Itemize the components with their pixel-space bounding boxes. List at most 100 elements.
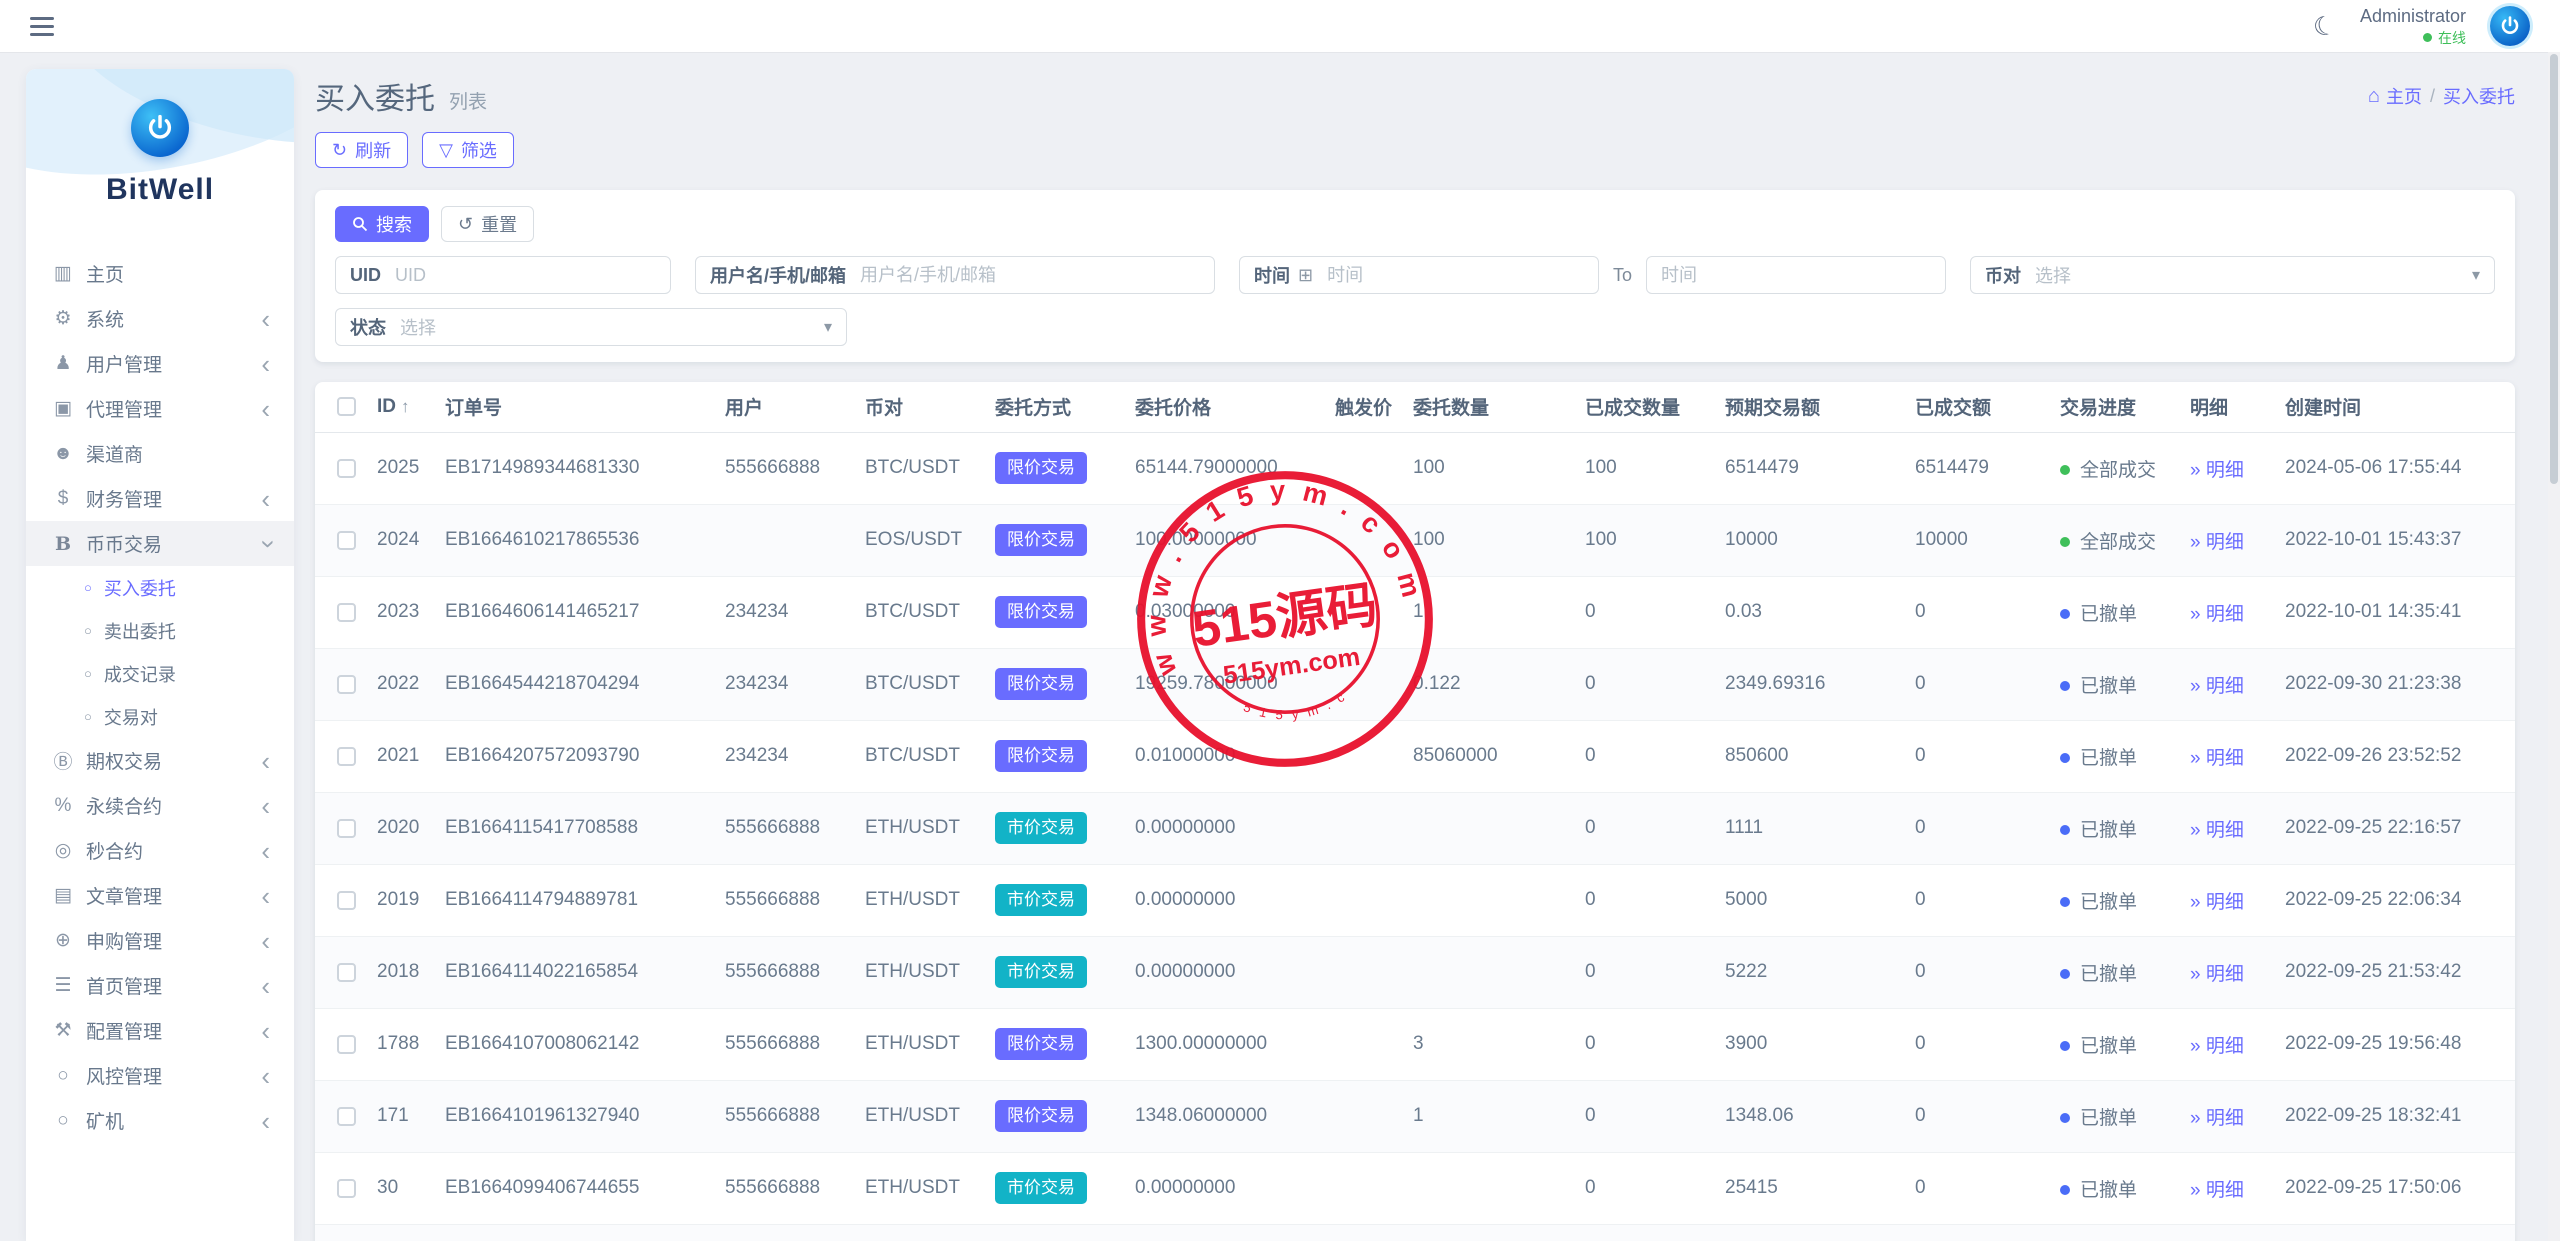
cell-order-no: EB1664114794889781 xyxy=(445,864,725,936)
row-checkbox[interactable] xyxy=(337,1035,356,1054)
row-checkbox[interactable] xyxy=(337,963,356,982)
trade-mode-badge: 市价交易 xyxy=(995,884,1087,916)
table-row: 2024 EB1664610217865536 EOS/USDT 限价交易 10… xyxy=(315,504,2515,576)
detail-link[interactable]: » 明细 xyxy=(2190,676,2244,697)
sidebar-subitem[interactable]: ○ 买入委托 xyxy=(26,566,294,609)
sidebar-item[interactable]: B 币币交易 ‹ xyxy=(26,521,294,566)
sidebar-item-label: 秒合约 xyxy=(86,837,143,864)
filter-button[interactable]: ▽ 筛选 xyxy=(422,132,514,168)
sidebar-item[interactable]: ▣ 代理管理 ‹ xyxy=(26,386,294,431)
search-button[interactable]: 搜索 xyxy=(335,206,429,242)
filter-row: UID 用户名/手机/邮箱 时间 ⊞ To xyxy=(335,256,2495,294)
time-to-input[interactable] xyxy=(1647,265,1945,286)
sidebar-menu: ▥ 主页 ⚙ 系统 ‹ ♟ 用户管理 ‹ xyxy=(26,247,294,1147)
sidebar-item[interactable]: ♟ 用户管理 ‹ xyxy=(26,341,294,386)
sidebar-item[interactable]: Ⓑ 期权交易 ‹ xyxy=(26,738,294,783)
cell-created: 2022-09-25 22:06:34 xyxy=(2285,864,2515,936)
sidebar-item[interactable]: ▤ 文章管理 ‹ xyxy=(26,873,294,918)
row-checkbox[interactable] xyxy=(337,819,356,838)
row-checkbox[interactable] xyxy=(337,747,356,766)
cell-mode: 限价交易 xyxy=(995,1008,1135,1080)
cell-expected: 850600 xyxy=(1725,720,1915,792)
sidebar-item[interactable]: ○ 风控管理 ‹ xyxy=(26,1053,294,1098)
avatar[interactable] xyxy=(2490,6,2530,46)
breadcrumb-home-link[interactable]: ⌂ 主页 xyxy=(2368,83,2422,109)
detail-link[interactable]: » 明细 xyxy=(2190,604,2244,625)
globe-icon: ⊕ xyxy=(50,929,76,952)
cell-filled-qty: 0 xyxy=(1585,1080,1725,1152)
detail-link[interactable]: » 明细 xyxy=(2190,820,2244,841)
cell-user: 234234 xyxy=(725,648,865,720)
sidebar-item-label: 渠道商 xyxy=(86,440,143,467)
detail-link[interactable]: » 明细 xyxy=(2190,1108,2244,1129)
cell-status xyxy=(2060,1224,2190,1241)
table-row: 171 EB1664101961327940 555666888 ETH/USD… xyxy=(315,1080,2515,1152)
cell-id: 2023 xyxy=(377,576,445,648)
cell-pair: ETH/USDT xyxy=(865,1080,995,1152)
sidebar-subitem[interactable]: ○ 卖出委托 xyxy=(26,609,294,652)
row-checkbox[interactable] xyxy=(337,1179,356,1198)
pair-select[interactable]: 币对 选择 ▾ xyxy=(1970,256,2495,294)
cell-expected: 1111 xyxy=(1725,792,1915,864)
detail-link[interactable]: » 明细 xyxy=(2190,748,2244,769)
refresh-button[interactable]: ↻ 刷新 xyxy=(315,132,408,168)
user-info: Administrator 在线 xyxy=(2360,5,2466,47)
status-dot-icon xyxy=(2060,753,2070,763)
table-row: 2023 EB1664606141465217 234234 BTC/USDT … xyxy=(315,576,2515,648)
row-checkbox[interactable] xyxy=(337,675,356,694)
detail-link[interactable]: » 明细 xyxy=(2190,532,2244,553)
reset-button[interactable]: ↺ 重置 xyxy=(441,206,534,242)
cell-status: 已撤单 xyxy=(2060,1008,2190,1080)
time-range: 时间 ⊞ To xyxy=(1239,256,1946,294)
breadcrumb-current: 买入委托 xyxy=(2443,83,2515,109)
sidebar-item[interactable]: ◎ 秒合约 ‹ xyxy=(26,828,294,873)
scrollbar-thumb[interactable] xyxy=(2550,54,2558,484)
row-checkbox[interactable] xyxy=(337,1107,356,1126)
sidebar-item[interactable]: ⚙ 系统 ‹ xyxy=(26,296,294,341)
menu-toggle-icon[interactable] xyxy=(30,17,54,36)
detail-link[interactable]: » 明细 xyxy=(2190,1036,2244,1057)
dark-mode-toggle-icon[interactable]: ☾ xyxy=(2310,11,2338,41)
uid-input[interactable] xyxy=(395,265,670,286)
detail-link[interactable]: » 明细 xyxy=(2190,892,2244,913)
cell-mode: 限价交易 xyxy=(995,432,1135,504)
sidebar-item-label: 首页管理 xyxy=(86,972,162,999)
table-row: 2020 EB1664115417708588 555666888 ETH/US… xyxy=(315,792,2515,864)
sidebar-item[interactable]: ☻ 渠道商 xyxy=(26,431,294,476)
cell-order-no: EB1714989344681330 xyxy=(445,432,725,504)
time-from-input[interactable] xyxy=(1327,265,1598,286)
cell-user: 555666888 xyxy=(725,792,865,864)
sidebar-subitem[interactable]: ○ 交易对 xyxy=(26,695,294,738)
cell-status: 已撤单 xyxy=(2060,1080,2190,1152)
trade-mode-badge: 市价交易 xyxy=(995,956,1087,988)
sidebar-item[interactable]: ⚒ 配置管理 ‹ xyxy=(26,1008,294,1053)
detail-link[interactable]: » 明细 xyxy=(2190,1180,2244,1201)
select-all-checkbox[interactable] xyxy=(337,397,356,416)
cell-price: 0.00000000 xyxy=(1135,792,1335,864)
sidebar-item-label: 矿机 xyxy=(86,1107,124,1134)
cell-user: 555666888 xyxy=(725,1008,865,1080)
sidebar-item[interactable]: ☰ 首页管理 ‹ xyxy=(26,963,294,1008)
status-select[interactable]: 状态 选择 ▾ xyxy=(335,308,847,346)
username-input[interactable] xyxy=(860,265,1214,286)
row-checkbox[interactable] xyxy=(337,891,356,910)
sidebar-item[interactable]: % 永续合约 ‹ xyxy=(26,783,294,828)
sidebar-subitem[interactable]: ○ 成交记录 xyxy=(26,652,294,695)
detail-link[interactable]: » 明细 xyxy=(2190,964,2244,985)
status-dot-icon xyxy=(2060,1113,2070,1123)
sidebar-item[interactable]: ○ 矿机 ‹ xyxy=(26,1098,294,1143)
cell-order-no: EB1664610217865536 xyxy=(445,504,725,576)
detail-link[interactable]: » 明细 xyxy=(2190,460,2244,481)
cell-filled-qty: 100 xyxy=(1585,432,1725,504)
cell-trigger xyxy=(1335,792,1413,864)
sidebar-item[interactable]: $ 财务管理 ‹ xyxy=(26,476,294,521)
row-checkbox[interactable] xyxy=(337,459,356,478)
sidebar-item[interactable]: ⊕ 申购管理 ‹ xyxy=(26,918,294,963)
sidebar-item[interactable]: ▥ 主页 xyxy=(26,251,294,296)
chevron-icon: ‹ xyxy=(261,793,270,819)
col-header-qty: 委托数量 xyxy=(1413,382,1585,432)
row-checkbox[interactable] xyxy=(337,603,356,622)
row-checkbox[interactable] xyxy=(337,531,356,550)
col-header-id[interactable]: ID↑ xyxy=(377,382,445,432)
chevron-down-icon: ▾ xyxy=(2458,265,2494,285)
